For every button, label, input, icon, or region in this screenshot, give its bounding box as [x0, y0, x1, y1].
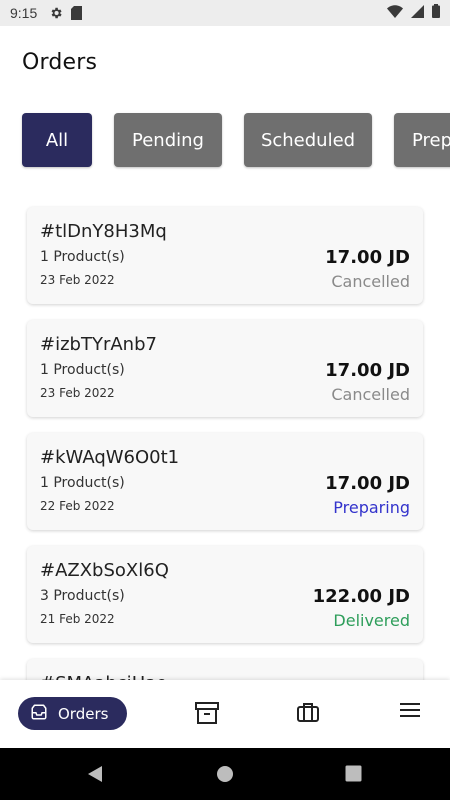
- bottom-nav: Orders: [0, 680, 450, 748]
- briefcase-icon[interactable]: [297, 702, 319, 722]
- order-price: 122.00 JD: [312, 586, 410, 607]
- order-date: 23 Feb 2022: [40, 386, 115, 400]
- order-product-count: 1 Product(s): [40, 362, 125, 378]
- gear-icon: [49, 6, 63, 20]
- order-price: 17.00 JD: [325, 360, 410, 381]
- order-status: Delivered: [333, 611, 410, 630]
- status-bar: 9:15: [0, 0, 450, 26]
- filter-chip-all[interactable]: All: [22, 113, 92, 167]
- order-price: 17.00 JD: [325, 473, 410, 494]
- nav-orders-label: Orders: [58, 704, 109, 723]
- order-id: #kWAqW6O0t1: [40, 447, 180, 468]
- filter-chip-preparing[interactable]: Prep: [394, 113, 450, 167]
- order-card[interactable]: #AZXbSoXl6Q 3 Product(s) 21 Feb 2022 122…: [27, 546, 423, 643]
- order-card[interactable]: #izbTYrAnb7 1 Product(s) 23 Feb 2022 17.…: [27, 320, 423, 417]
- order-status: Cancelled: [331, 385, 410, 404]
- order-date: 21 Feb 2022: [40, 612, 115, 626]
- home-icon[interactable]: [216, 765, 234, 787]
- filter-chips: All Pending Scheduled Prep: [22, 113, 450, 167]
- page-title: Orders: [22, 50, 98, 75]
- order-price: 17.00 JD: [325, 247, 410, 268]
- signal-icon: [411, 4, 424, 22]
- order-card[interactable]: #kWAqW6O0t1 1 Product(s) 22 Feb 2022 17.…: [27, 433, 423, 530]
- back-icon[interactable]: [86, 765, 104, 787]
- status-time: 9:15: [10, 5, 38, 21]
- order-id: #tlDnY8H3Mq: [40, 221, 167, 242]
- filter-chip-pending[interactable]: Pending: [114, 113, 222, 167]
- order-product-count: 3 Product(s): [40, 588, 125, 604]
- nav-orders-button[interactable]: Orders: [18, 697, 127, 730]
- screen: 9:15 Orders All Pending Scheduled Prep #…: [0, 0, 450, 800]
- archive-icon[interactable]: [195, 702, 219, 724]
- battery-icon: [432, 4, 440, 22]
- order-status: Preparing: [333, 498, 410, 517]
- order-status: Cancelled: [331, 272, 410, 291]
- order-product-count: 1 Product(s): [40, 249, 125, 265]
- orders-list: #tlDnY8H3Mq 1 Product(s) 23 Feb 2022 17.…: [27, 207, 423, 715]
- recents-icon[interactable]: [345, 765, 362, 786]
- order-id: #izbTYrAnb7: [40, 334, 157, 355]
- orders-inbox-icon: [30, 703, 48, 725]
- menu-icon[interactable]: [400, 702, 420, 718]
- wifi-icon: [387, 4, 403, 22]
- order-product-count: 1 Product(s): [40, 475, 125, 491]
- order-date: 23 Feb 2022: [40, 273, 115, 287]
- order-date: 22 Feb 2022: [40, 499, 115, 513]
- order-id: #AZXbSoXl6Q: [40, 560, 169, 581]
- status-right-icons: [387, 4, 440, 22]
- filter-chip-scheduled[interactable]: Scheduled: [244, 113, 372, 167]
- order-card[interactable]: #tlDnY8H3Mq 1 Product(s) 23 Feb 2022 17.…: [27, 207, 423, 304]
- sd-card-icon: [71, 6, 83, 20]
- system-nav-bar: [0, 748, 450, 800]
